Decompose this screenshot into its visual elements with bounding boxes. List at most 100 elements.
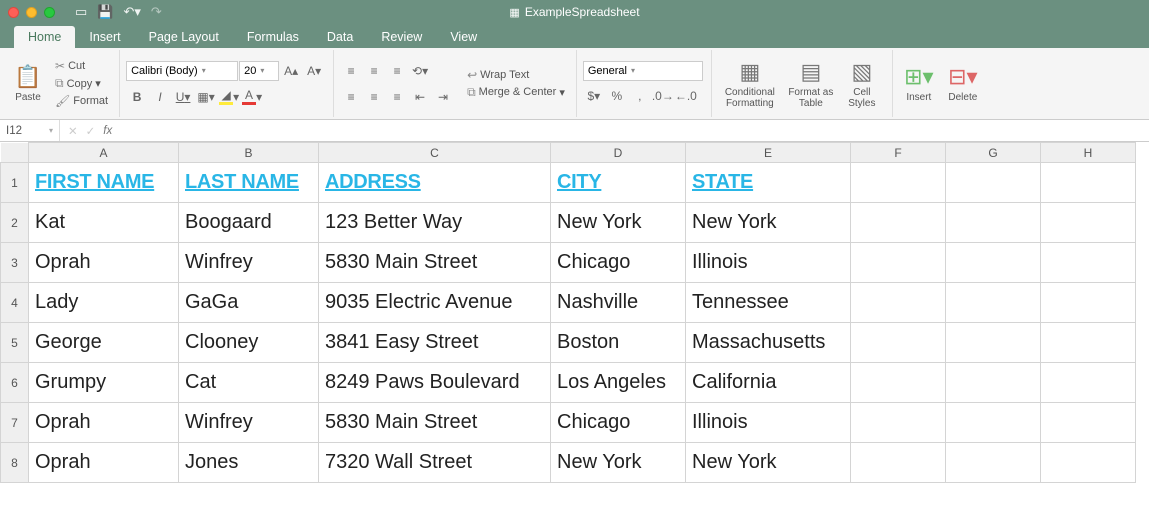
cell-B6[interactable]: Cat bbox=[179, 363, 319, 403]
conditional-formatting-button[interactable]: ▦ Conditional Formatting bbox=[718, 52, 782, 116]
decrease-font-button[interactable]: A▾ bbox=[303, 60, 325, 82]
comma-button[interactable]: , bbox=[629, 85, 651, 107]
italic-button[interactable]: I bbox=[149, 86, 171, 108]
cell-D8[interactable]: New York bbox=[551, 443, 686, 483]
paste-button[interactable]: 📋 Paste bbox=[8, 52, 48, 116]
spreadsheet-grid[interactable]: ABCDEFGH1FIRST NAMELAST NAMEADDRESSCITYS… bbox=[0, 142, 1149, 509]
cell-H1[interactable] bbox=[1041, 163, 1136, 203]
cell-G7[interactable] bbox=[946, 403, 1041, 443]
percent-button[interactable]: % bbox=[606, 85, 628, 107]
insert-cells-button[interactable]: ⊞▾ Insert bbox=[899, 52, 939, 116]
decrease-indent-button[interactable]: ⇤ bbox=[409, 86, 431, 108]
tab-data[interactable]: Data bbox=[313, 26, 367, 48]
cell-H7[interactable] bbox=[1041, 403, 1136, 443]
qat-workbook-icon[interactable]: ▭ bbox=[75, 4, 87, 20]
cell-D5[interactable]: Boston bbox=[551, 323, 686, 363]
cell-G6[interactable] bbox=[946, 363, 1041, 403]
cell-F7[interactable] bbox=[851, 403, 946, 443]
column-header-A[interactable]: A bbox=[29, 143, 179, 163]
undo-icon[interactable]: ↶▾ bbox=[123, 4, 140, 20]
merge-center-button[interactable]: ⧉Merge & Center▾ bbox=[464, 84, 568, 101]
cell-D7[interactable]: Chicago bbox=[551, 403, 686, 443]
bold-button[interactable]: B bbox=[126, 86, 148, 108]
cell-A2[interactable]: Kat bbox=[29, 203, 179, 243]
cell-E5[interactable]: Massachusetts bbox=[686, 323, 851, 363]
align-bottom-button[interactable]: ≡ bbox=[386, 60, 408, 82]
redo-icon[interactable]: ↷ bbox=[151, 4, 162, 20]
cell-B4[interactable]: GaGa bbox=[179, 283, 319, 323]
cell-G2[interactable] bbox=[946, 203, 1041, 243]
cell-F5[interactable] bbox=[851, 323, 946, 363]
row-header-6[interactable]: 6 bbox=[1, 363, 29, 403]
accept-formula-button[interactable]: ✓ bbox=[86, 124, 96, 138]
number-format-select[interactable]: General▾ bbox=[583, 61, 703, 81]
cell-H5[interactable] bbox=[1041, 323, 1136, 363]
select-all-corner[interactable] bbox=[1, 143, 29, 163]
tab-page-layout[interactable]: Page Layout bbox=[135, 26, 233, 48]
align-top-button[interactable]: ≡ bbox=[340, 60, 362, 82]
increase-decimal-button[interactable]: .0→ bbox=[652, 85, 674, 107]
cell-A6[interactable]: Grumpy bbox=[29, 363, 179, 403]
font-color-button[interactable]: A▾ bbox=[241, 86, 263, 108]
align-right-button[interactable]: ≡ bbox=[386, 86, 408, 108]
cell-G4[interactable] bbox=[946, 283, 1041, 323]
cell-H3[interactable] bbox=[1041, 243, 1136, 283]
cell-F6[interactable] bbox=[851, 363, 946, 403]
tab-view[interactable]: View bbox=[436, 26, 491, 48]
delete-cells-button[interactable]: ⊟▾ Delete bbox=[943, 52, 983, 116]
cell-A4[interactable]: Lady bbox=[29, 283, 179, 323]
cell-E4[interactable]: Tennessee bbox=[686, 283, 851, 323]
cell-H6[interactable] bbox=[1041, 363, 1136, 403]
borders-button[interactable]: ▦▾ bbox=[195, 86, 217, 108]
cut-button[interactable]: ✂Cut bbox=[52, 58, 111, 74]
format-as-table-button[interactable]: ▤ Format as Table bbox=[786, 52, 836, 116]
cell-E7[interactable]: Illinois bbox=[686, 403, 851, 443]
cell-G5[interactable] bbox=[946, 323, 1041, 363]
row-header-4[interactable]: 4 bbox=[1, 283, 29, 323]
cell-C1[interactable]: ADDRESS bbox=[319, 163, 551, 203]
cell-B5[interactable]: Clooney bbox=[179, 323, 319, 363]
cell-B2[interactable]: Boogaard bbox=[179, 203, 319, 243]
cell-G3[interactable] bbox=[946, 243, 1041, 283]
align-middle-button[interactable]: ≡ bbox=[363, 60, 385, 82]
wrap-text-button[interactable]: ↩Wrap Text bbox=[464, 67, 568, 83]
align-left-button[interactable]: ≡ bbox=[340, 86, 362, 108]
increase-indent-button[interactable]: ⇥ bbox=[432, 86, 454, 108]
cell-F1[interactable] bbox=[851, 163, 946, 203]
cell-E6[interactable]: California bbox=[686, 363, 851, 403]
cell-D6[interactable]: Los Angeles bbox=[551, 363, 686, 403]
cell-E8[interactable]: New York bbox=[686, 443, 851, 483]
column-header-H[interactable]: H bbox=[1041, 143, 1136, 163]
save-icon[interactable]: 💾 bbox=[97, 4, 113, 20]
cell-H4[interactable] bbox=[1041, 283, 1136, 323]
tab-formulas[interactable]: Formulas bbox=[233, 26, 313, 48]
cell-A3[interactable]: Oprah bbox=[29, 243, 179, 283]
cell-B8[interactable]: Jones bbox=[179, 443, 319, 483]
cell-A7[interactable]: Oprah bbox=[29, 403, 179, 443]
cell-C2[interactable]: 123 Better Way bbox=[319, 203, 551, 243]
tab-insert[interactable]: Insert bbox=[75, 26, 134, 48]
row-header-7[interactable]: 7 bbox=[1, 403, 29, 443]
tab-home[interactable]: Home bbox=[14, 26, 75, 48]
cancel-formula-button[interactable]: ✕ bbox=[68, 124, 78, 138]
cell-D3[interactable]: Chicago bbox=[551, 243, 686, 283]
format-painter-button[interactable]: 🖌Format bbox=[52, 93, 111, 109]
font-name-select[interactable]: Calibri (Body)▾ bbox=[126, 61, 238, 81]
cell-C8[interactable]: 7320 Wall Street bbox=[319, 443, 551, 483]
tab-review[interactable]: Review bbox=[367, 26, 436, 48]
cell-G8[interactable] bbox=[946, 443, 1041, 483]
increase-font-button[interactable]: A▴ bbox=[280, 60, 302, 82]
cell-E1[interactable]: STATE bbox=[686, 163, 851, 203]
row-header-3[interactable]: 3 bbox=[1, 243, 29, 283]
cell-C3[interactable]: 5830 Main Street bbox=[319, 243, 551, 283]
cell-F2[interactable] bbox=[851, 203, 946, 243]
cell-A5[interactable]: George bbox=[29, 323, 179, 363]
cell-F3[interactable] bbox=[851, 243, 946, 283]
fill-color-button[interactable]: ◢▾ bbox=[218, 86, 240, 108]
cell-A8[interactable]: Oprah bbox=[29, 443, 179, 483]
decrease-decimal-button[interactable]: ←.0 bbox=[675, 85, 697, 107]
column-header-B[interactable]: B bbox=[179, 143, 319, 163]
currency-button[interactable]: $▾ bbox=[583, 85, 605, 107]
cell-C4[interactable]: 9035 Electric Avenue bbox=[319, 283, 551, 323]
row-header-5[interactable]: 5 bbox=[1, 323, 29, 363]
